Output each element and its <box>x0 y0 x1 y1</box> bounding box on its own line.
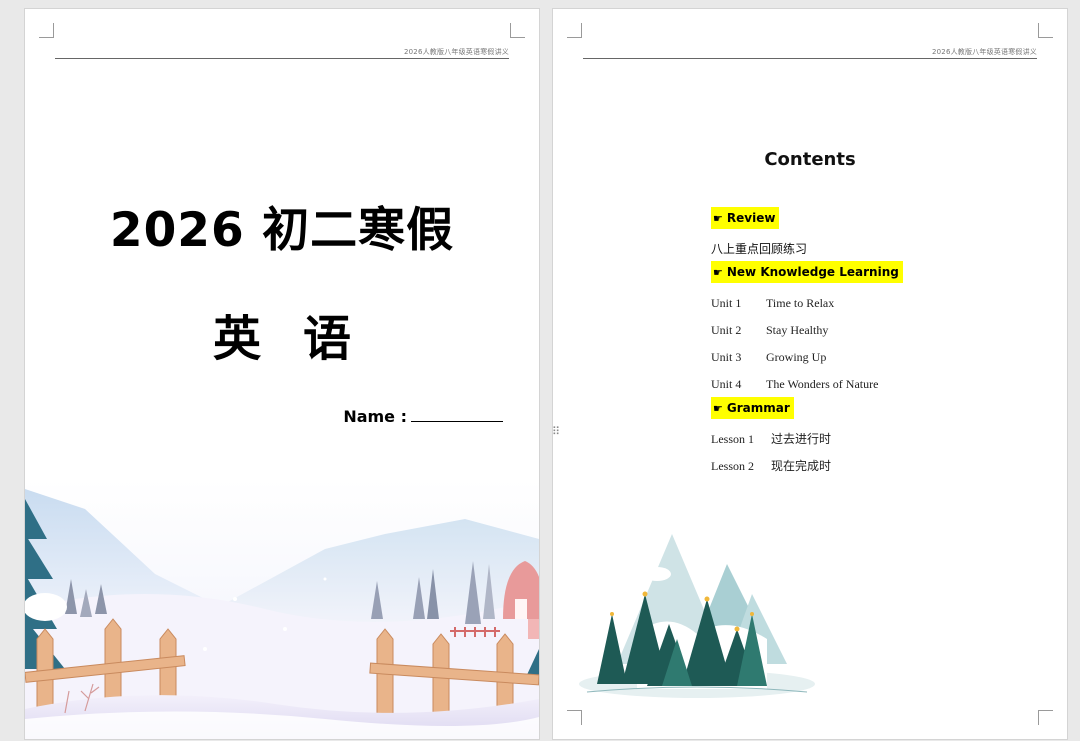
pointing-hand-icon: ☛ <box>713 402 723 415</box>
toc-item-unit[interactable]: Unit 1 Time to Relax <box>711 292 834 311</box>
cover-title: 2026 初二寒假 <box>109 203 455 258</box>
toc-item-lesson[interactable]: Lesson 1 过去进行时 <box>711 428 831 447</box>
page-corner-mark <box>1038 710 1053 725</box>
pine-trees-illustration <box>579 534 815 698</box>
toc-heading-review[interactable]: ☛ Review <box>711 207 780 229</box>
document-page-contents: 2026人教版八年级英语寒假讲义 Contents ☛ Review 八上重点回顾… <box>552 8 1068 740</box>
contents-title: Contents <box>764 149 856 170</box>
winter-landscape-illustration <box>25 479 539 739</box>
page-corner-mark <box>1038 23 1053 38</box>
header-rule <box>55 58 509 59</box>
toc-item[interactable]: 八上重点回顾练习 <box>711 238 807 257</box>
toc-item-lesson[interactable]: Lesson 2 现在完成时 <box>711 455 831 474</box>
toc-heading-grammar[interactable]: ☛ Grammar <box>711 397 794 419</box>
name-field: Name : <box>343 407 503 426</box>
pointing-hand-icon: ☛ <box>713 266 723 279</box>
running-header: 2026人教版八年级英语寒假讲义 <box>931 48 1037 56</box>
drag-handle-icon[interactable]: ⠿ <box>552 426 560 437</box>
running-header: 2026人教版八年级英语寒假讲义 <box>403 48 509 56</box>
header-rule <box>583 58 1037 59</box>
toc-item-unit[interactable]: Unit 4 The Wonders of Nature <box>711 373 878 392</box>
name-blank-line <box>411 407 503 422</box>
page-corner-mark <box>510 23 525 38</box>
page-corner-mark <box>567 23 582 38</box>
document-page-cover: 2026人教版八年级英语寒假讲义 2026 初二寒假 英语 Name : <box>24 8 540 740</box>
page-corner-mark <box>39 23 54 38</box>
toc-item-unit[interactable]: Unit 3 Growing Up <box>711 346 826 365</box>
toc-item-unit[interactable]: Unit 2 Stay Healthy <box>711 319 828 338</box>
page-corner-mark <box>567 710 582 725</box>
toc-heading-new-knowledge[interactable]: ☛ New Knowledge Learning <box>711 261 903 283</box>
name-label: Name : <box>343 407 407 426</box>
cover-subject: 英语 <box>212 311 393 367</box>
pointing-hand-icon: ☛ <box>713 212 723 225</box>
